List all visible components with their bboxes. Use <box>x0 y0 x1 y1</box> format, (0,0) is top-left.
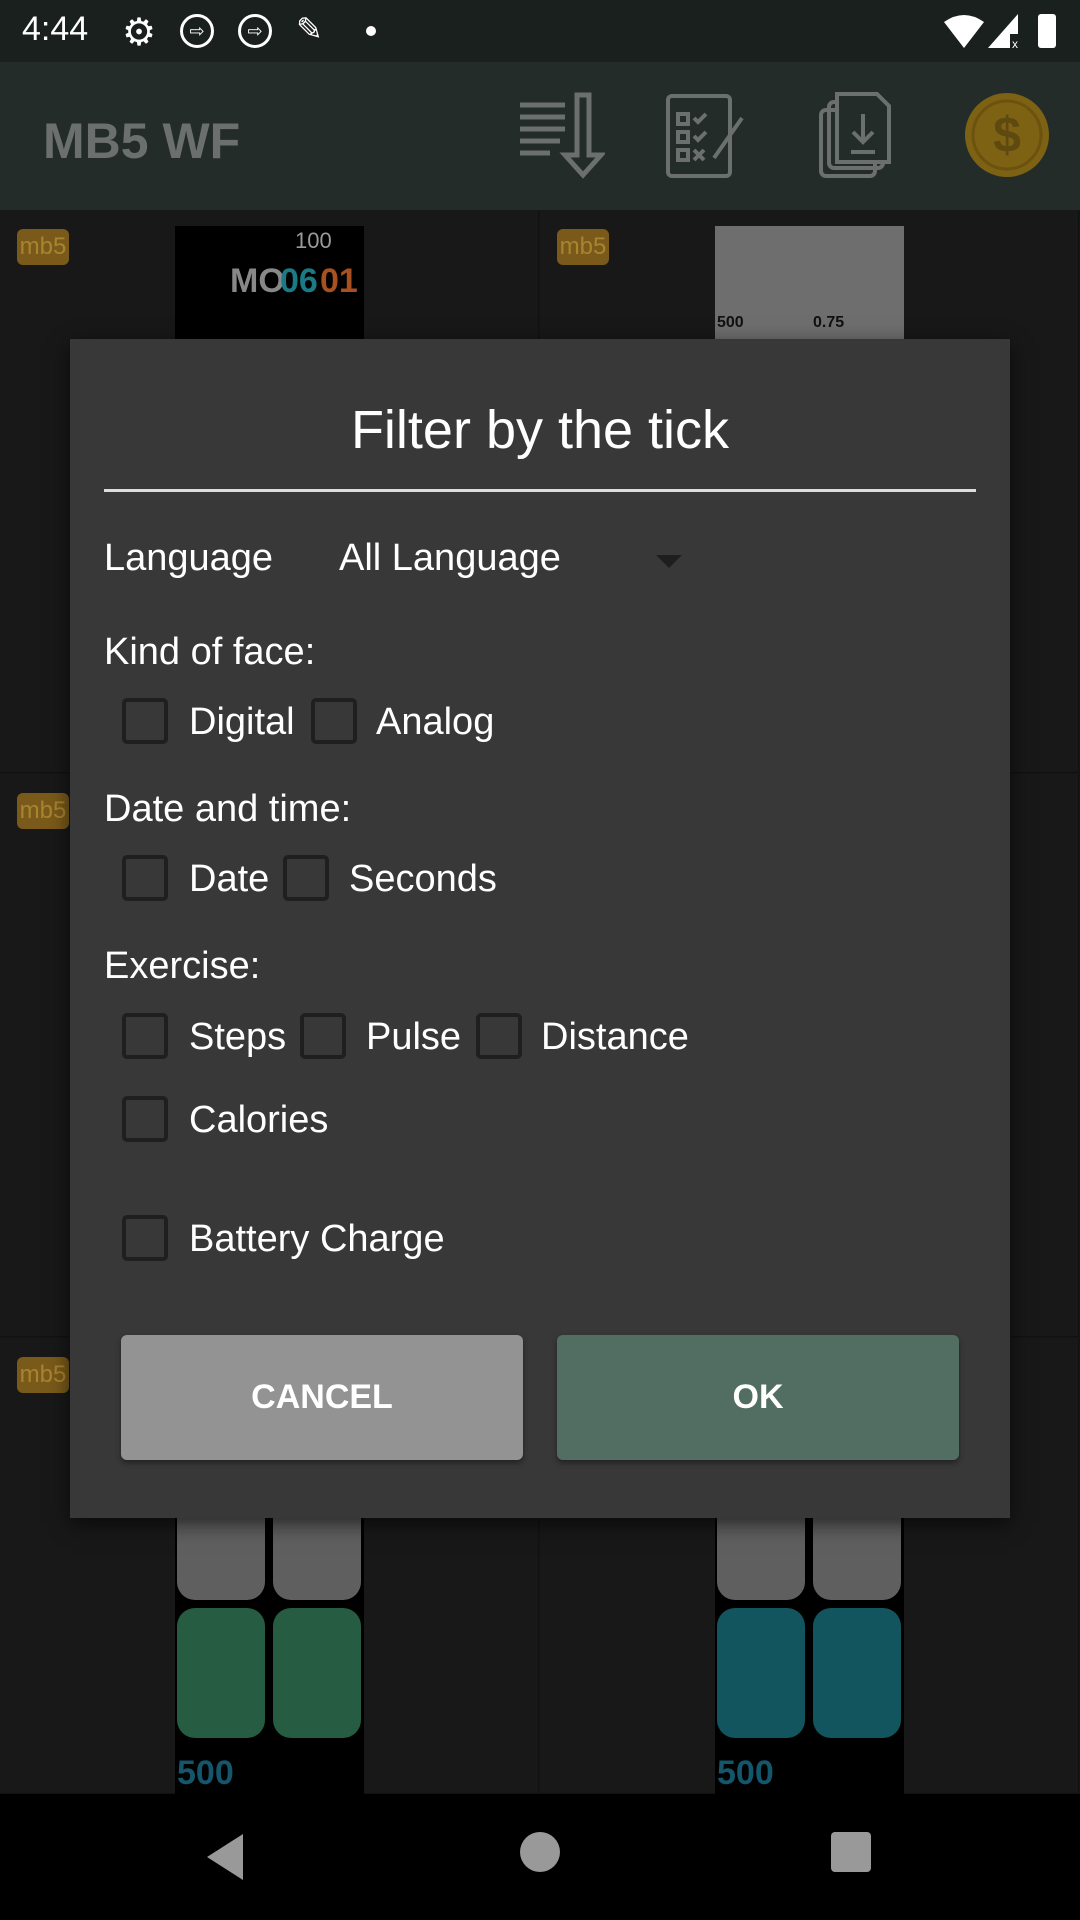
analog-label[interactable]: Analog <box>376 701 494 744</box>
gear-icon: ⚙ <box>122 12 157 54</box>
calories-checkbox[interactable] <box>122 1096 168 1142</box>
filter-dialog: Filter by the tick Language All Language… <box>70 339 1010 1518</box>
status-bar: 4:44 ⚙ ⇨ ⇨ ✎ x <box>0 0 1080 62</box>
exercise-label: Exercise: <box>104 945 261 987</box>
watchface-preview: 500 0.75 <box>715 226 904 339</box>
pulse-label[interactable]: Pulse <box>366 1016 461 1059</box>
language-label: Language <box>104 537 274 579</box>
wifi-icon <box>944 15 984 48</box>
back-icon[interactable] <box>205 1832 245 1882</box>
digital-label[interactable]: Digital <box>189 701 295 744</box>
distance-checkbox[interactable] <box>476 1013 522 1059</box>
battery-icon <box>1038 14 1056 48</box>
svg-text:x: x <box>1012 37 1018 48</box>
watchface-preview: 100 MO 06 01 <box>175 226 364 339</box>
mb5-badge: mb5 <box>557 229 609 265</box>
svg-text:$: $ <box>993 107 1021 163</box>
language-value: All Language <box>339 537 561 579</box>
cast-icon: ⇨ <box>180 14 214 48</box>
app-title: MB5 WF <box>43 113 241 169</box>
status-time: 4:44 <box>22 10 89 48</box>
title-divider <box>104 489 976 492</box>
recents-icon[interactable] <box>831 1832 871 1872</box>
pulse-checkbox[interactable] <box>300 1013 346 1059</box>
steps-checkbox[interactable] <box>122 1013 168 1059</box>
cast-icon: ⇨ <box>238 14 272 48</box>
signal-icon: x <box>988 14 1018 48</box>
home-icon[interactable] <box>520 1832 560 1872</box>
usb-debug-icon: ✎ <box>296 11 323 47</box>
kind-of-face-label: Kind of face: <box>104 631 316 673</box>
mb5-badge: mb5 <box>17 1357 69 1393</box>
language-dropdown[interactable]: All Language <box>338 529 758 589</box>
coin-dollar-icon[interactable]: $ <box>962 90 1052 180</box>
files-download-icon[interactable] <box>815 90 905 180</box>
battery-charge-checkbox[interactable] <box>122 1215 168 1261</box>
watchface-preview: 500 <box>175 1518 364 1794</box>
mb5-badge: mb5 <box>17 793 69 829</box>
seconds-checkbox[interactable] <box>283 855 329 901</box>
navigation-bar <box>0 1794 1080 1920</box>
sort-download-icon[interactable] <box>515 90 605 180</box>
date-label[interactable]: Date <box>189 858 269 901</box>
checklist-icon[interactable] <box>662 90 752 180</box>
digital-checkbox[interactable] <box>122 698 168 744</box>
app-bar: MB5 WF $ <box>0 62 1080 210</box>
distance-label[interactable]: Distance <box>541 1016 689 1059</box>
battery-charge-label[interactable]: Battery Charge <box>189 1218 445 1261</box>
dialog-title: Filter by the tick <box>350 400 730 460</box>
dropdown-arrow-icon <box>656 555 682 568</box>
watchface-preview: 500 <box>715 1518 904 1794</box>
steps-label[interactable]: Steps <box>189 1016 286 1059</box>
dot-icon <box>366 26 376 36</box>
seconds-label[interactable]: Seconds <box>349 858 497 901</box>
cancel-button[interactable]: CANCEL <box>121 1335 523 1460</box>
date-checkbox[interactable] <box>122 855 168 901</box>
analog-checkbox[interactable] <box>311 698 357 744</box>
calories-label[interactable]: Calories <box>189 1099 328 1142</box>
date-time-label: Date and time: <box>104 788 352 830</box>
mb5-badge: mb5 <box>17 229 69 265</box>
ok-button[interactable]: OK <box>557 1335 959 1460</box>
